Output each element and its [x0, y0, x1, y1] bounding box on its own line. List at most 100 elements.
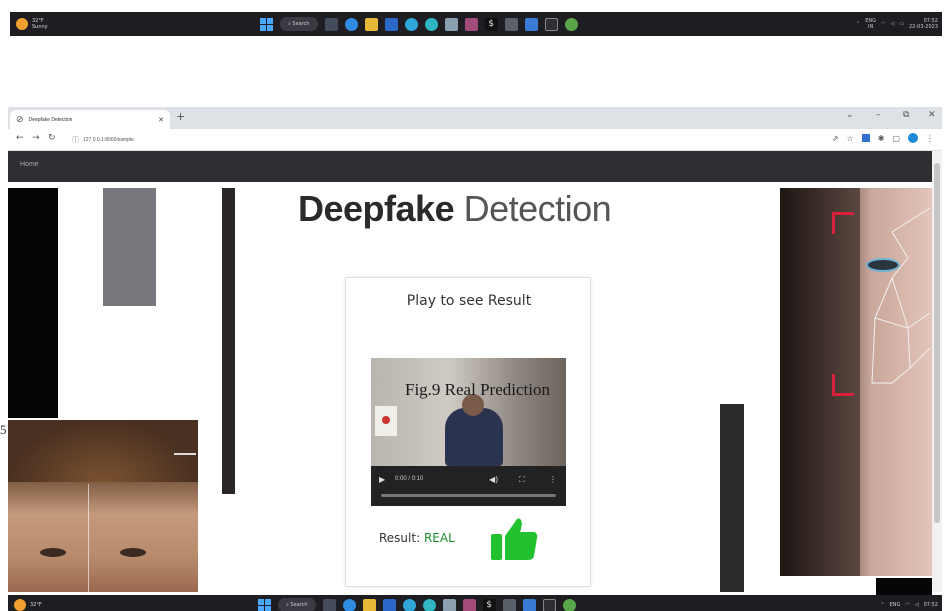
top-taskbar: 32°F Sunny ⌕ Search $ ⌃ ENG IN ◠ ◁ ▭ 07:… [10, 12, 942, 36]
weather-text: 32°F Sunny [32, 18, 48, 30]
weather-sun-icon [16, 18, 28, 30]
weather-desc: Sunny [32, 24, 48, 30]
bottom-clock-time[interactable]: 07:52 [924, 602, 938, 608]
tab-title: Deepfake Detection [28, 116, 73, 123]
bottom-vscode-icon[interactable] [522, 598, 536, 611]
face-left-eye-left [40, 548, 66, 557]
minimize-icon[interactable]: – [876, 110, 881, 120]
bottom-store-icon[interactable] [422, 598, 436, 611]
menu-icon[interactable]: ⋮ [926, 134, 934, 143]
video-frame [371, 358, 566, 466]
stray-page-char: 5 [0, 422, 7, 437]
bottom-cmd-icon[interactable]: $ [482, 598, 496, 611]
face-left-mesh [88, 484, 89, 592]
new-tab-icon[interactable]: + [176, 110, 185, 123]
extension-icon[interactable] [861, 134, 870, 142]
profile-avatar[interactable] [908, 133, 918, 143]
close-window-icon[interactable]: ✕ [928, 110, 936, 120]
play-icon[interactable]: ▶ [379, 475, 385, 484]
chevron-down-icon[interactable]: ⌄ [846, 110, 854, 120]
cmd-icon[interactable]: $ [484, 17, 498, 31]
bottom-volume-icon[interactable]: ◁ [915, 602, 919, 608]
calculator-icon[interactable] [504, 17, 518, 31]
thumbs-up-icon [491, 518, 538, 560]
card-heading: Play to see Result [406, 293, 532, 309]
volume-control-icon[interactable]: ◀) [489, 475, 498, 484]
bottom-calculator-icon[interactable] [502, 598, 516, 611]
browser-tab-bar: ⊘ Deepfake Detection ✕ + ⌄ – ⧉ ✕ [8, 107, 942, 129]
monitor-icon[interactable] [544, 17, 558, 31]
face-left-eye-right [120, 548, 146, 557]
chevron-up-icon[interactable]: ⌃ [856, 21, 860, 27]
terminal-icon[interactable] [464, 17, 478, 31]
store-icon[interactable] [424, 17, 438, 31]
start-icon[interactable] [260, 17, 273, 31]
restore-icon[interactable]: ⧉ [903, 110, 909, 120]
bottom-photos-icon[interactable] [442, 598, 456, 611]
bottom-folder-icon[interactable] [362, 598, 376, 611]
bottom-taskbar: 32°F ⌕ Search $ ⌃ ENG ◠ ◁ 07:52 [8, 595, 942, 611]
mail-icon[interactable] [384, 17, 398, 31]
bottom-chevron-up-icon[interactable]: ⌃ [880, 602, 884, 608]
video-time: 0:00 / 0:10 [395, 476, 424, 482]
bottom-taskbar-search[interactable]: ⌕ Search [278, 598, 316, 611]
result-line: Result: REAL [379, 531, 455, 545]
sidebar-icon[interactable]: ▢ [892, 134, 900, 143]
bottom-weather-widget[interactable]: 32°F [14, 599, 214, 611]
taskbar-search[interactable]: ⌕ Search [280, 17, 318, 31]
bottom-file-explorer-icon[interactable] [322, 598, 336, 611]
bottom-monitor-icon[interactable] [542, 598, 556, 611]
battery-icon[interactable]: ▭ [899, 21, 904, 27]
volume-icon[interactable]: ◁ [890, 21, 894, 27]
chrome-icon[interactable] [344, 17, 358, 31]
video-person [445, 408, 503, 466]
screenshot-root: 32°F Sunny ⌕ Search $ ⌃ ENG IN ◠ ◁ ▭ 07:… [0, 0, 945, 611]
bottom-edge-icon[interactable] [402, 598, 416, 611]
face-left-hair [8, 420, 198, 482]
bottom-taskbar-apps: ⌕ Search $ [258, 595, 576, 611]
bottom-wifi-icon[interactable]: ◠ [905, 602, 909, 608]
deco-dark-bar-left [222, 188, 235, 494]
reload-icon[interactable]: ↻ [48, 133, 56, 143]
back-icon[interactable]: ← [16, 133, 24, 143]
share-icon[interactable]: ⇗ [832, 134, 839, 143]
file-explorer-icon[interactable] [324, 17, 338, 31]
bottom-weather-sun-icon [14, 599, 26, 611]
lang-indicator[interactable]: ENG IN [865, 18, 876, 30]
bottom-weather-temp: 32°F [30, 602, 42, 608]
browser-tab[interactable]: ⊘ Deepfake Detection ✕ [10, 110, 170, 129]
wifi-icon[interactable]: ◠ [881, 21, 885, 27]
page-scrollbar[interactable] [932, 151, 942, 592]
site-info-icon[interactable]: ⓘ [72, 135, 79, 145]
fullscreen-icon[interactable]: ⛶ [519, 475, 525, 485]
bottom-system-tray: ⌃ ENG ◠ ◁ 07:52 [880, 595, 938, 611]
bottom-chrome-icon[interactable] [342, 598, 356, 611]
page-navbar: Home [8, 151, 932, 182]
edge-icon[interactable] [404, 17, 418, 31]
puzzle-icon[interactable]: ✱ [878, 134, 885, 143]
python-icon[interactable] [564, 17, 578, 31]
taskbar-apps: ⌕ Search $ [260, 12, 578, 36]
nav-home-link[interactable]: Home [20, 161, 39, 168]
bottom-lang-text[interactable]: ENG [890, 602, 901, 608]
bottom-mail-icon[interactable] [382, 598, 396, 611]
scrollbar-thumb[interactable] [934, 163, 940, 523]
globe-icon: ⊘ [16, 114, 24, 125]
photos-icon[interactable] [444, 17, 458, 31]
address-bar[interactable]: ⓘ 127.0.0.1:8000/sample [72, 133, 842, 147]
close-tab-icon[interactable]: ✕ [158, 116, 164, 124]
url-text: 127.0.0.1:8000/sample [83, 137, 134, 143]
video-progress-bar[interactable] [381, 494, 556, 497]
bottom-terminal-icon[interactable] [462, 598, 476, 611]
clock-date: 22-03-2023 [908, 24, 938, 30]
weather-widget[interactable]: 32°F Sunny [16, 18, 216, 30]
forward-icon[interactable]: → [32, 133, 40, 143]
bottom-python-icon[interactable] [562, 598, 576, 611]
bottom-start-icon[interactable] [258, 598, 271, 611]
folder-icon[interactable] [364, 17, 378, 31]
bookmark-star-icon[interactable]: ☆ [847, 134, 854, 143]
clock[interactable]: 07:52 22-03-2023 [909, 18, 938, 30]
video-more-icon[interactable]: ⋮ [549, 475, 557, 484]
vscode-icon[interactable] [524, 17, 538, 31]
browser-toolbar: ← → ↻ ⓘ 127.0.0.1:8000/sample ⇗ ☆ ✱ ▢ ⋮ [8, 129, 942, 151]
